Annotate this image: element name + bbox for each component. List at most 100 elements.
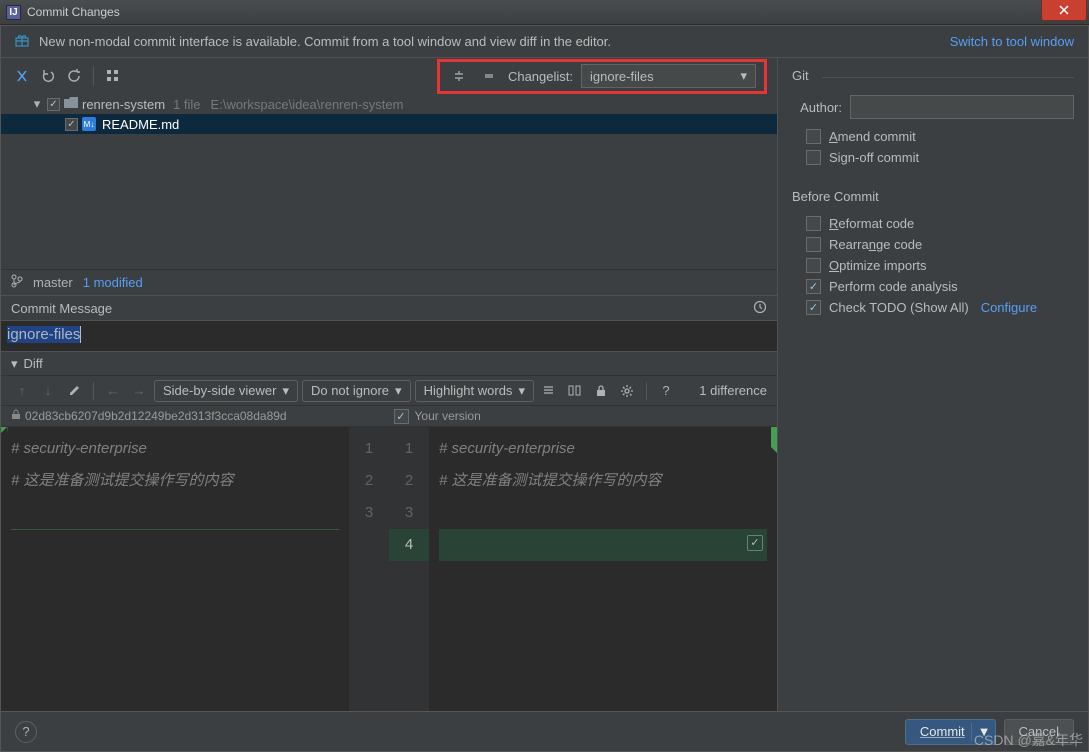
code-line: # 这是准备测试提交操作写的内容 [439,465,767,497]
diff-body: # security-enterprise # 这是准备测试提交操作写的内容 1… [1,427,777,711]
checkbox[interactable] [806,150,821,165]
expander-icon[interactable]: ▾ [11,356,18,372]
sync-scroll-icon[interactable] [564,380,586,402]
diff-section-header[interactable]: ▾ Diff [1,351,777,375]
dialog-footer: ? Commit ▼ Cancel [1,711,1088,751]
edit-icon[interactable] [63,380,85,402]
author-input[interactable] [850,95,1074,119]
checkbox[interactable] [806,237,821,252]
signoff-commit-row[interactable]: Sign-off commit [806,150,1074,165]
next-diff-icon[interactable]: ↓ [37,380,59,402]
editable-checkbox[interactable] [394,409,409,424]
chevron-down-icon: ▾ [518,383,525,399]
markdown-file-icon: M↓ [82,117,96,131]
options-panel: Git Author: Amend commit Sign-off commit… [778,58,1088,711]
app-logo-icon: IJ [6,5,21,20]
your-version-label: Your version [415,409,778,423]
commit-button[interactable]: Commit ▼ [905,719,996,745]
back-icon[interactable]: ← [102,380,124,402]
changelist-select[interactable]: ignore-files ▾ [581,64,756,88]
branch-row: master 1 modified [1,269,777,295]
diff-right-pane[interactable]: # security-enterprise # 这是准备测试提交操作写的内容 ✓ [429,427,777,711]
checkbox[interactable] [65,118,78,131]
modified-link[interactable]: 1 modified [83,275,143,290]
code-line: # 这是准备测试提交操作写的内容 [11,465,339,497]
collapse-all-icon[interactable] [478,65,500,87]
diff-section-label: Diff [24,356,43,371]
commit-toolbar: Changelist: ignore-files ▾ [1,58,777,94]
checkbox[interactable] [806,279,821,294]
commit-message-header: Commit Message [1,295,777,321]
highlight-select[interactable]: Highlight words▾ [415,380,534,402]
chevron-down-icon: ▾ [282,383,289,399]
reformat-row[interactable]: Reformat code [806,216,1074,231]
revert-icon[interactable] [37,65,59,87]
ignore-select[interactable]: Do not ignore▾ [302,380,411,402]
titlebar: IJ Commit Changes [0,0,1089,25]
rearrange-row[interactable]: Rearrange code [806,237,1074,252]
show-diff-icon[interactable] [11,65,33,87]
amend-commit-row[interactable]: Amend commit [806,129,1074,144]
checkbox[interactable] [806,258,821,273]
analysis-label: Perform code analysis [829,279,958,294]
group-by-icon[interactable] [102,65,124,87]
diff-gutter: 11 22 33 4 [349,427,429,711]
file-count: 1 file [173,97,200,112]
commit-message-input[interactable]: ignore-files [1,321,777,351]
chevron-down-icon: ▾ [395,383,402,399]
window-close-button[interactable] [1041,0,1087,21]
optimize-row[interactable]: Optimize imports [806,258,1074,273]
refresh-icon[interactable] [63,65,85,87]
author-label: Author: [792,100,842,115]
settings-icon[interactable] [616,380,638,402]
viewer-mode-select[interactable]: Side-by-side viewer▾ [154,380,298,402]
expand-all-icon[interactable] [448,65,470,87]
collapse-unchanged-icon[interactable] [538,380,560,402]
analysis-row[interactable]: Perform code analysis [806,279,1074,294]
checkbox[interactable] [806,300,821,315]
changelist-label: Changelist: [508,69,573,84]
include-change-checkbox[interactable]: ✓ [747,535,763,551]
diff-left-pane[interactable]: # security-enterprise # 这是准备测试提交操作写的内容 [1,427,349,711]
help-button[interactable]: ? [15,721,37,743]
commit-message-label: Commit Message [11,301,112,316]
checkbox[interactable] [47,98,60,111]
info-banner: New non-modal commit interface is availa… [1,26,1088,58]
configure-link[interactable]: Configure [981,300,1037,315]
code-line [11,529,339,561]
switch-tool-window-link[interactable]: Switch to tool window [950,34,1074,49]
changelist-highlight-box: Changelist: ignore-files ▾ [437,59,767,94]
signoff-label: Sign-off commit [829,150,919,165]
code-line: # security-enterprise [11,433,339,465]
chevron-down-icon[interactable]: ▼ [978,724,991,739]
code-line [439,497,767,529]
changelist-select-value: ignore-files [590,69,654,84]
forward-icon[interactable]: → [128,380,150,402]
tree-row-file[interactable]: M↓ README.md [1,114,777,134]
checkbox[interactable] [806,216,821,231]
git-section-title: Git [792,68,1074,85]
readonly-lock-icon [11,409,21,423]
ok-marker-icon [743,427,777,453]
commit-message-text: ignore-files [7,326,80,343]
files-tree[interactable]: ▾ renren-system 1 file E:\workspace\idea… [1,94,777,269]
checkbox[interactable] [806,129,821,144]
tree-row-project[interactable]: ▾ renren-system 1 file E:\workspace\idea… [1,94,777,114]
cancel-button[interactable]: Cancel [1004,719,1074,745]
lock-icon[interactable] [590,380,612,402]
before-commit-section-title: Before Commit [792,189,1074,206]
difference-count: 1 difference [699,383,767,398]
code-line [11,497,339,529]
folder-icon [64,97,78,112]
todo-row[interactable]: Check TODO (Show All) Configure [806,300,1074,315]
help-icon[interactable]: ? [655,380,677,402]
banner-message: New non-modal commit interface is availa… [39,34,611,49]
prev-diff-icon[interactable]: ↑ [11,380,33,402]
amend-label: mend commit [838,129,916,144]
gift-icon [15,33,29,50]
chevron-down-icon: ▾ [740,68,747,84]
history-icon[interactable] [753,300,767,317]
branch-icon [11,274,23,291]
project-path: E:\workspace\idea\renren-system [211,97,404,112]
expander-icon[interactable]: ▾ [31,96,43,112]
